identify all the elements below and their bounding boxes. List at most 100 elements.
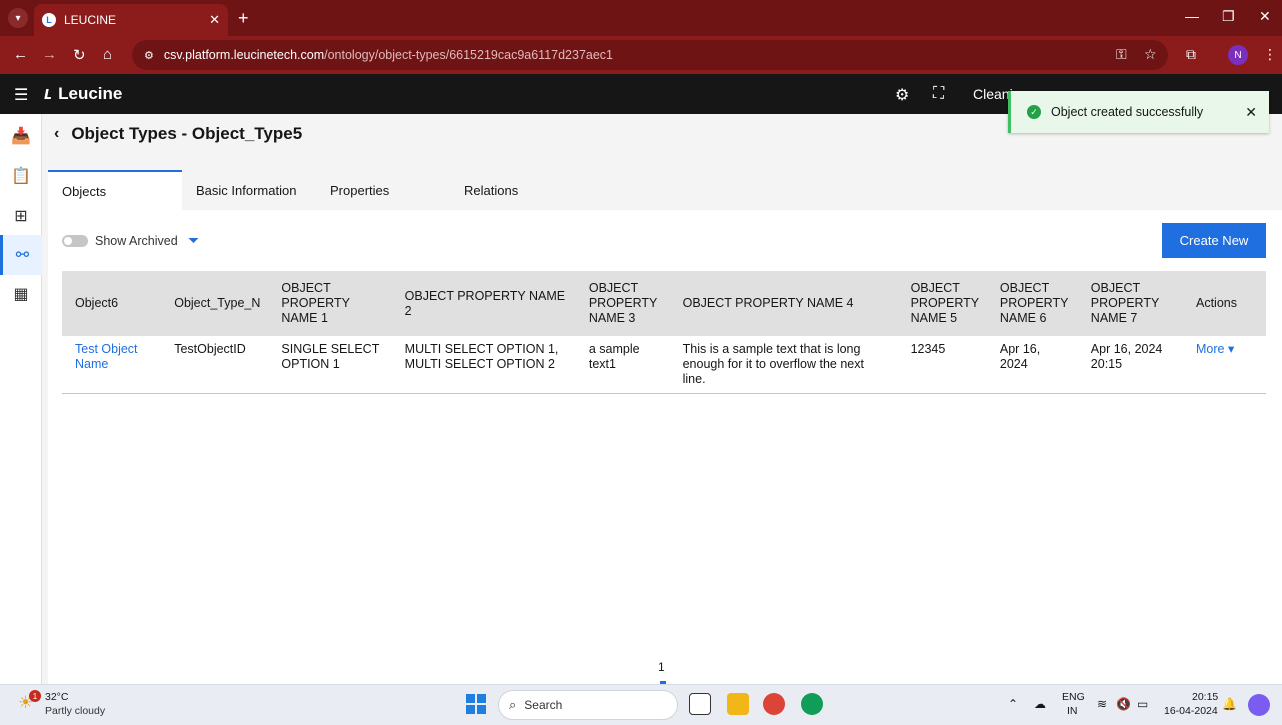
tab-search-chevron-icon[interactable]: ▾	[8, 8, 28, 28]
browser-menu-icon[interactable]: ⋮	[1263, 46, 1277, 63]
column-header: OBJECT PROPERTY NAME 3	[575, 271, 670, 336]
weather-notification-badge: 1	[29, 690, 41, 702]
property-1-cell: SINGLE SELECT OPTION 1	[268, 336, 392, 394]
property-4-cell: This is a sample text that is long enoug…	[669, 336, 898, 394]
extensions-icon[interactable]: ⧉	[1186, 46, 1196, 63]
window-close-icon[interactable]: ✕	[1259, 8, 1271, 25]
minimize-icon[interactable]: —	[1185, 8, 1199, 24]
pagination-current-page[interactable]: 1	[658, 660, 665, 674]
site-info-icon[interactable]: ⚙	[144, 49, 154, 62]
leucine-favicon-icon: L	[42, 13, 56, 27]
reload-icon[interactable]: ↻	[73, 46, 86, 64]
caret-down-icon: ▾	[1227, 342, 1235, 356]
table-header-row: Object6 Object_Type_N OBJECT PROPERTY NA…	[62, 271, 1266, 336]
page-title-row: ‹ Object Types - Object_Type5	[54, 124, 302, 144]
clock-date[interactable]: 16-04-2024	[1164, 705, 1218, 717]
objects-panel: Show Archived ⏷ Create New Object6 Objec…	[48, 210, 1282, 684]
notification-bell-icon[interactable]: 🔔	[1222, 697, 1237, 711]
browser-toolbar: ← → ↻ ⌂ ⚙ csv.platform.leucinetech.com/o…	[0, 36, 1282, 74]
property-6-cell: Apr 16, 2024	[986, 336, 1078, 394]
property-7-cell: Apr 16, 2024 20:15	[1077, 336, 1183, 394]
search-icon: ⌕	[509, 697, 517, 712]
ontology-hierarchy-icon[interactable]: ⚯	[0, 235, 42, 275]
speaker-muted-icon[interactable]: 🔇	[1116, 697, 1131, 711]
new-tab-plus-icon[interactable]: +	[238, 8, 249, 28]
address-bar[interactable]: ⚙ csv.platform.leucinetech.com/ontology/…	[132, 40, 1168, 70]
password-key-icon[interactable]: ⚿	[1116, 46, 1127, 63]
restore-icon[interactable]: ❐	[1222, 8, 1235, 25]
battery-icon[interactable]: ▭	[1137, 697, 1148, 711]
column-header: OBJECT PROPERTY NAME 1	[268, 271, 392, 336]
home-icon[interactable]: ⌂	[103, 46, 112, 63]
toast-message: Object created successfully	[1051, 105, 1204, 119]
success-toast: ✓ Object created successfully ✕	[1008, 91, 1269, 133]
column-header: Actions	[1182, 271, 1266, 336]
tab-properties[interactable]: Properties	[316, 170, 450, 210]
show-archived-toggle[interactable]	[62, 235, 88, 247]
clock-time[interactable]: 20:15	[1192, 691, 1218, 703]
clipboard-checklist-icon[interactable]: 📋	[0, 156, 42, 196]
leucine-logo-icon: ʟ	[44, 83, 53, 103]
property-2-cell: MULTI SELECT OPTION 1, MULTI SELECT OPTI…	[391, 336, 576, 394]
taskbar-search[interactable]: ⌕ Search	[498, 690, 678, 720]
leucine-logo[interactable]: ʟ Leucine	[44, 83, 122, 104]
scan-icon[interactable]: ⛶	[933, 85, 944, 103]
process-flow-icon[interactable]: ⊞	[0, 196, 42, 236]
column-header: Object6	[62, 271, 162, 336]
back-arrow-icon[interactable]: ←	[13, 46, 28, 63]
inbox-tray-icon[interactable]: 📥	[0, 116, 42, 156]
browser-tab[interactable]: L LEUCINE ✕	[34, 4, 228, 36]
settings-gear-icon[interactable]: ⚙	[895, 85, 909, 105]
column-header: OBJECT PROPERTY NAME 2	[391, 271, 576, 336]
brand-name: Leucine	[58, 83, 123, 103]
property-3-cell: a sample text1	[575, 336, 670, 394]
success-check-icon: ✓	[1027, 105, 1041, 119]
language-indicator[interactable]: ENG	[1062, 691, 1085, 703]
tab-objects[interactable]: Objects	[48, 170, 182, 210]
toast-close-icon[interactable]: ✕	[1245, 104, 1257, 121]
tab-relations[interactable]: Relations	[450, 170, 584, 210]
column-header: Object_Type_N	[161, 271, 269, 336]
close-tab-icon[interactable]: ✕	[209, 12, 220, 28]
forward-arrow-icon[interactable]: →	[42, 46, 57, 63]
chevron-left-icon[interactable]: ‹	[54, 125, 59, 143]
reports-device-icon[interactable]: ▦	[0, 274, 42, 314]
task-view-icon[interactable]	[689, 693, 711, 715]
browser-tab-bar: ▾ L LEUCINE ✕ + — ❐ ✕	[0, 0, 1282, 36]
table-row: Test Object Name TestObjectID SINGLE SEL…	[62, 336, 1266, 394]
column-header: OBJECT PROPERTY NAME 5	[897, 271, 987, 336]
weather-description[interactable]: Partly cloudy	[45, 705, 105, 717]
header-menu-item[interactable]: Cleani	[973, 86, 1013, 102]
object-id-cell: TestObjectID	[161, 336, 269, 394]
windows-taskbar: ☀ 1 32°C Partly cloudy ⌕ Search ⌃ ☁ ENG …	[0, 684, 1282, 725]
objects-table: Object6 Object_Type_N OBJECT PROPERTY NA…	[62, 271, 1266, 394]
bookmark-star-icon[interactable]: ☆	[1144, 46, 1157, 63]
show-archived-label: Show Archived	[95, 234, 178, 248]
object-type-tabs: Objects Basic Information Properties Rel…	[48, 170, 584, 210]
weather-temperature[interactable]: 32°C	[45, 691, 68, 703]
filter-funnel-icon[interactable]: ⏷	[188, 232, 199, 249]
chrome-profile-icon[interactable]	[801, 693, 823, 715]
profile-avatar[interactable]: N	[1228, 45, 1248, 65]
hamburger-menu-icon[interactable]: ☰	[14, 85, 28, 105]
property-5-cell: 12345	[897, 336, 987, 394]
create-new-button[interactable]: Create New	[1162, 223, 1266, 258]
wifi-icon[interactable]: ≋	[1097, 697, 1107, 711]
tray-network-app-icon[interactable]: ☁	[1034, 697, 1046, 711]
region-indicator[interactable]: IN	[1067, 705, 1078, 717]
left-nav-rail: 📥 📋 ⊞ ⚯ ▦	[0, 114, 42, 684]
column-header: OBJECT PROPERTY NAME 6	[986, 271, 1078, 336]
url-host: csv.platform.leucinetech.com	[163, 48, 325, 62]
tab-basic-information[interactable]: Basic Information	[182, 170, 316, 210]
file-explorer-icon[interactable]	[727, 693, 749, 715]
page-title: Object Types - Object_Type5	[71, 124, 303, 143]
taskbar-search-placeholder: Search	[524, 698, 563, 712]
more-actions-dropdown[interactable]: More ▾	[1196, 342, 1234, 356]
object-name-link[interactable]: Test Object Name	[62, 336, 162, 394]
copilot-icon[interactable]	[1248, 694, 1270, 716]
windows-start-icon[interactable]	[466, 694, 486, 714]
column-header: OBJECT PROPERTY NAME 7	[1077, 271, 1183, 336]
column-header: OBJECT PROPERTY NAME 4	[669, 271, 898, 336]
chrome-icon[interactable]	[763, 693, 785, 715]
tray-chevron-up-icon[interactable]: ⌃	[1008, 697, 1018, 711]
